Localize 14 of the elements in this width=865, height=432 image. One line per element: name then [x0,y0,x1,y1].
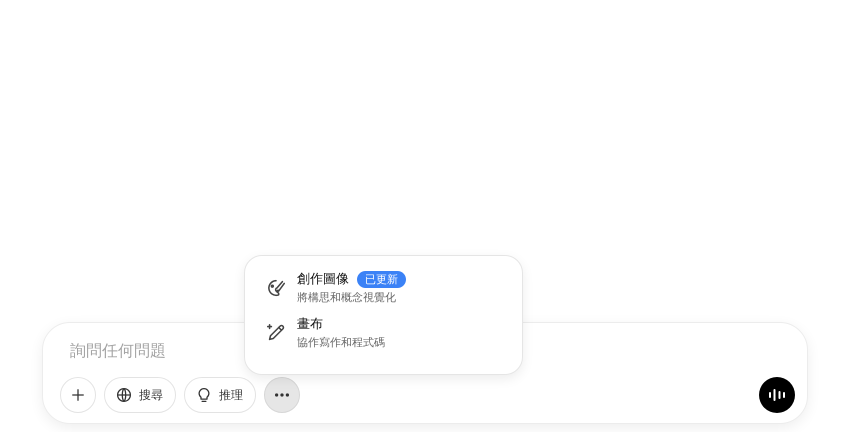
menu-item-title[interactable]: 畫布 [297,315,323,333]
waveform-icon [767,388,787,402]
voice-button[interactable] [759,377,795,413]
globe-icon [115,386,133,404]
more-button[interactable] [264,377,300,413]
menu-item-description: 將構思和概念視覺化 [297,290,397,305]
more-icon [275,393,289,397]
plus-icon [69,386,87,404]
globe-button[interactable]: 搜尋 [104,377,176,413]
bulb-button[interactable]: 推理 [184,377,256,413]
updated-badge: 已更新 [357,270,406,288]
menu-item-title[interactable]: 創作圖像 [297,270,349,288]
plus-button[interactable] [60,377,96,413]
menu-item-description: 協作寫作和程式碼 [297,335,385,350]
